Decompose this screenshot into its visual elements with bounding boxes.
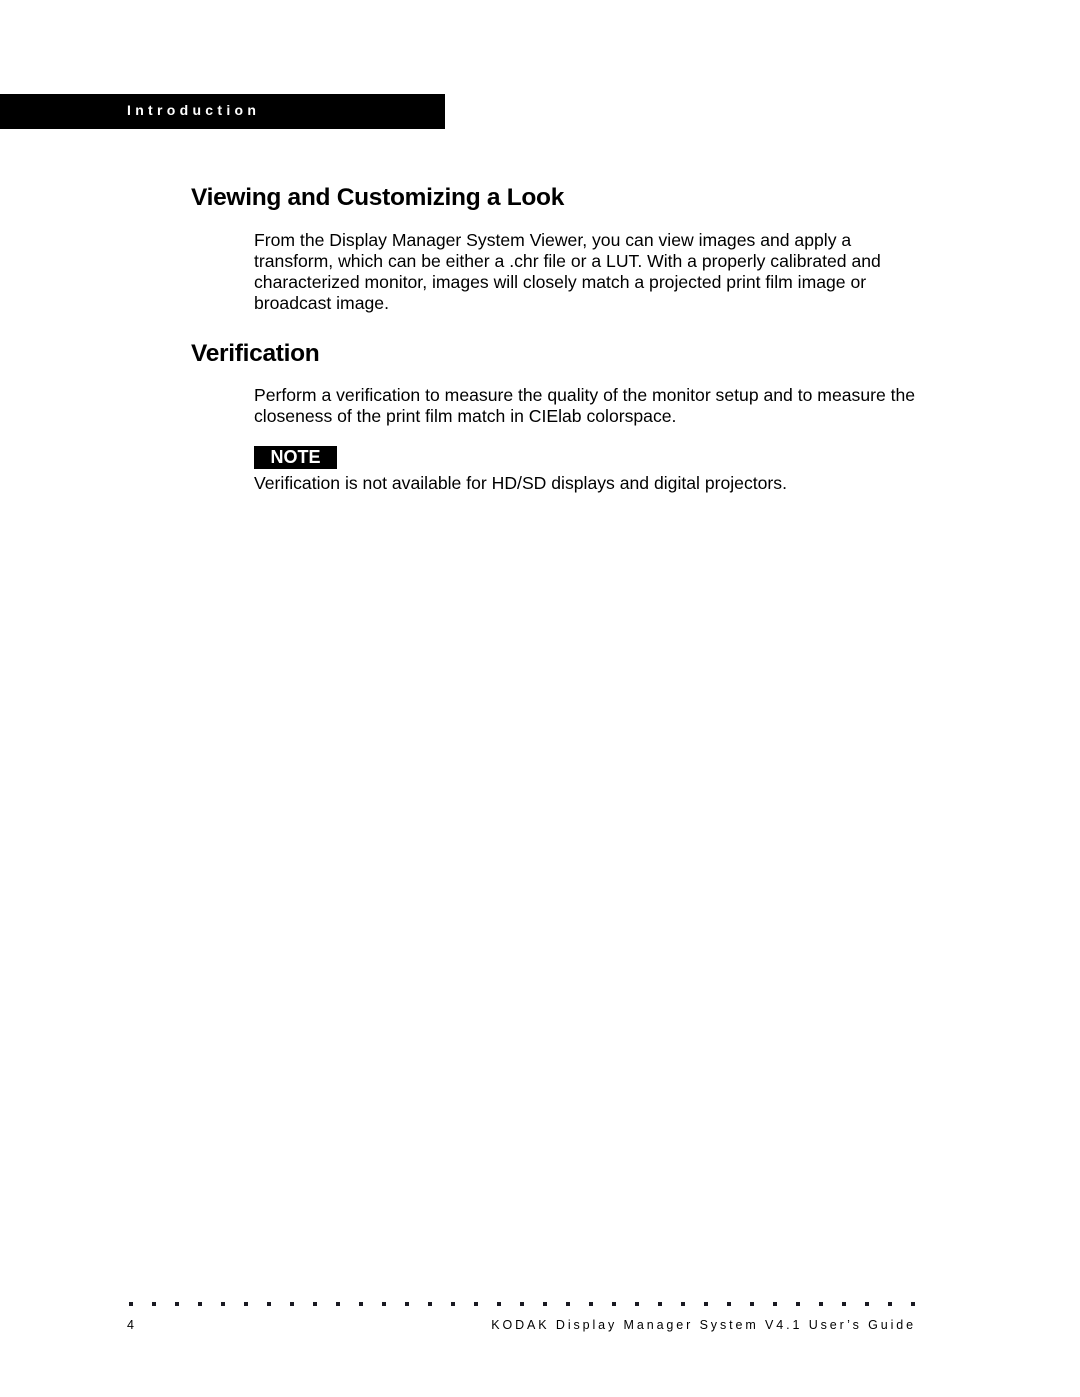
- note-text: Verification is not available for HD/SD …: [254, 473, 787, 493]
- footer-dot: [290, 1302, 294, 1306]
- footer-dot: [842, 1302, 846, 1306]
- page-number: 4: [127, 1318, 134, 1332]
- footer-dot: [474, 1302, 478, 1306]
- section-label: Introduction: [127, 102, 261, 118]
- footer-dot: [727, 1302, 731, 1306]
- footer-dot: [819, 1302, 823, 1306]
- footer-dot: [451, 1302, 455, 1306]
- footer-dot: [129, 1302, 133, 1306]
- footer-dot: [336, 1302, 340, 1306]
- paragraph-viewing: From the Display Manager System Viewer, …: [254, 230, 881, 313]
- footer-dot: [796, 1302, 800, 1306]
- footer-dot: [520, 1302, 524, 1306]
- footer-dot: [589, 1302, 593, 1306]
- footer-dot: [359, 1302, 363, 1306]
- footer-dot: [267, 1302, 271, 1306]
- footer-dot: [658, 1302, 662, 1306]
- footer-dot: [612, 1302, 616, 1306]
- footer-dot: [497, 1302, 501, 1306]
- footer-dot: [152, 1302, 156, 1306]
- footer-dot: [888, 1302, 892, 1306]
- note-badge: NOTE: [254, 446, 337, 469]
- footer-dot: [405, 1302, 409, 1306]
- footer-dotted-rule: [129, 1302, 919, 1307]
- footer-dot: [244, 1302, 248, 1306]
- footer-dot: [566, 1302, 570, 1306]
- footer-document-title: KODAK Display Manager System V4.1 User’s…: [491, 1318, 916, 1332]
- footer-dot: [382, 1302, 386, 1306]
- heading-verification: Verification: [191, 340, 320, 367]
- section-header-bar: Introduction: [0, 94, 445, 129]
- footer-dot: [543, 1302, 547, 1306]
- footer-dot: [635, 1302, 639, 1306]
- footer-dot: [428, 1302, 432, 1306]
- footer-dot: [865, 1302, 869, 1306]
- footer-dot: [221, 1302, 225, 1306]
- footer-dot: [313, 1302, 317, 1306]
- footer-dot: [704, 1302, 708, 1306]
- paragraph-verification: Perform a verification to measure the qu…: [254, 385, 916, 426]
- footer-dot: [681, 1302, 685, 1306]
- footer-dot: [773, 1302, 777, 1306]
- footer-dot: [911, 1302, 915, 1306]
- footer-dot: [175, 1302, 179, 1306]
- footer-dot: [198, 1302, 202, 1306]
- heading-viewing-customizing: Viewing and Customizing a Look: [191, 184, 565, 211]
- footer-dot: [750, 1302, 754, 1306]
